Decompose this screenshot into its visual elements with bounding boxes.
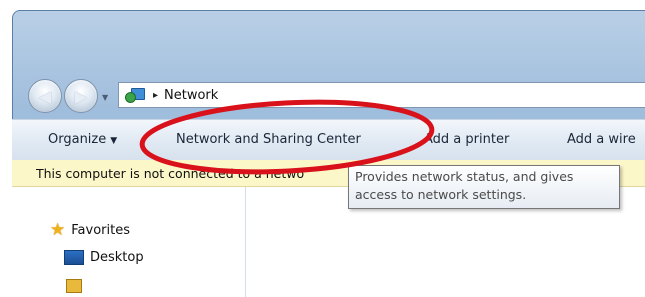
folder-icon bbox=[66, 279, 82, 293]
add-wireless-device-button[interactable]: Add a wire bbox=[567, 132, 636, 147]
recent-pages-dropdown[interactable]: ▼ bbox=[102, 93, 108, 102]
command-bar: Organize ▼ Network and Sharing Center Add… bbox=[12, 119, 645, 161]
info-bar-text: This computer is not connected to a netw… bbox=[36, 166, 305, 181]
navigation-pane: ★ Favorites Desktop bbox=[12, 187, 246, 297]
tooltip-line-2: access to network settings. bbox=[355, 187, 527, 202]
nav-item-label: Favorites bbox=[71, 222, 130, 238]
star-icon: ★ bbox=[50, 220, 66, 240]
chevron-down-icon: ▼ bbox=[110, 136, 118, 146]
back-arrow-icon: ◀ bbox=[38, 86, 52, 106]
organize-label: Organize bbox=[48, 132, 107, 147]
back-button[interactable]: ◀ bbox=[28, 79, 62, 113]
network-icon bbox=[125, 87, 147, 103]
organize-button[interactable]: Organize ▼ bbox=[48, 132, 117, 147]
network-sharing-center-button[interactable]: Network and Sharing Center bbox=[176, 132, 361, 147]
add-printer-button[interactable]: Add a printer bbox=[424, 132, 509, 147]
desktop-icon bbox=[64, 250, 84, 265]
forward-arrow-icon: ▶ bbox=[74, 86, 88, 106]
tooltip-line-1: Provides network status, and gives bbox=[355, 169, 574, 184]
nav-item-favorites[interactable]: ★ Favorites bbox=[50, 220, 130, 240]
forward-button[interactable]: ▶ bbox=[64, 79, 98, 113]
address-bar[interactable]: ▸ Network bbox=[118, 82, 645, 108]
nav-item-label: Desktop bbox=[90, 250, 144, 265]
breadcrumb-separator[interactable]: ▸ bbox=[153, 90, 158, 101]
nav-item-desktop[interactable]: Desktop bbox=[64, 250, 144, 265]
nav-item-downloads[interactable] bbox=[66, 279, 90, 293]
tooltip: Provides network status, and gives acces… bbox=[348, 165, 620, 209]
breadcrumb-network[interactable]: Network bbox=[164, 88, 218, 103]
